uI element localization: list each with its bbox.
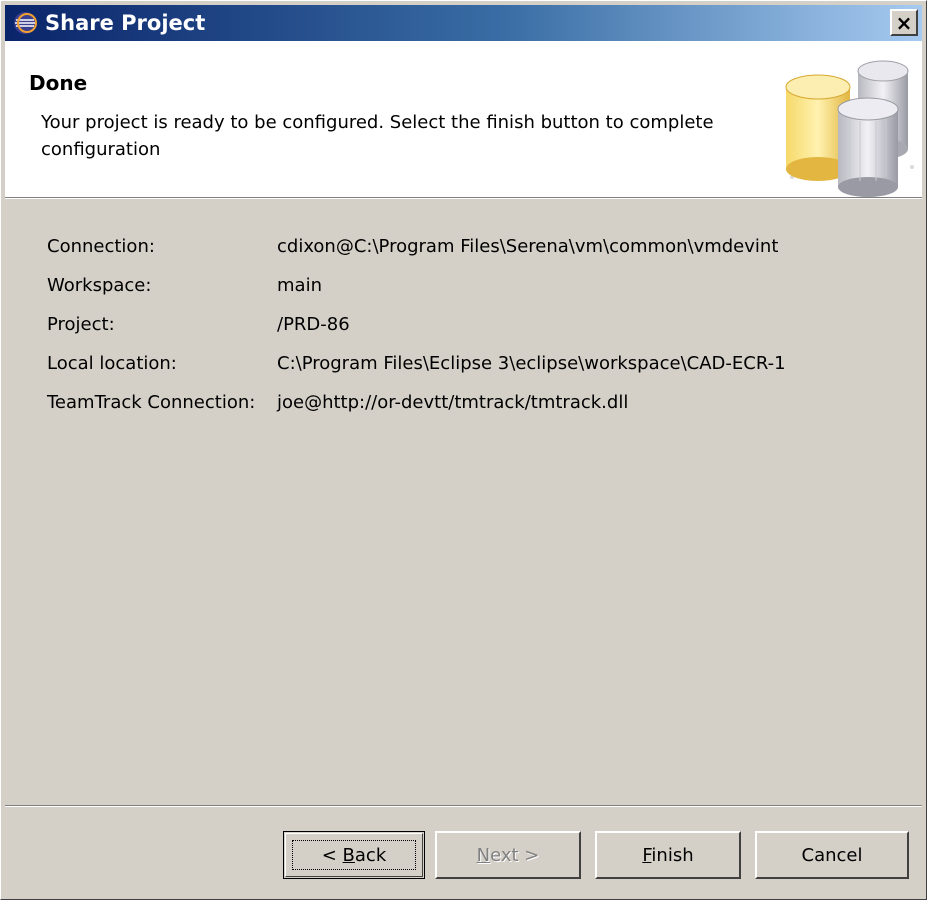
finish-button-label: Finish [642,845,693,866]
close-button[interactable]: × [890,9,918,36]
next-rest: ext > [490,844,540,866]
cancel-button-label: Cancel [801,844,863,866]
next-button-label: Next > [477,845,540,866]
project-row: Project: /PRD-86 [47,305,786,344]
back-button[interactable]: < Back [283,831,425,879]
wizard-header: Done Your project is ready to be configu… [5,41,922,197]
eclipse-icon [9,7,41,39]
connection-label: Connection: [47,236,155,257]
finish-button[interactable]: Finish [595,831,741,879]
workspace-value: main [277,275,322,296]
page-description: Your project is ready to be configured. … [41,112,714,160]
summary-details: Connection: cdixon@C:\Program Files\Sere… [47,227,786,422]
teamtrack-connection-row: TeamTrack Connection: joe@http://or-devt… [47,383,786,422]
back-button-face: < Back [285,833,423,877]
share-project-dialog: Share Project × Done Your project is rea… [0,0,927,900]
local-location-label: Local location: [47,353,177,374]
project-value: /PRD-86 [277,314,350,335]
project-label: Project: [47,314,115,335]
local-location-row: Local location: C:\Program Files\Eclipse… [47,344,786,383]
finish-rest: inish [651,844,694,866]
connection-value: cdixon@C:\Program Files\Serena\vm\common… [277,236,779,257]
database-cylinders-icon [785,60,914,197]
cancel-button[interactable]: Cancel [755,831,909,879]
connection-row: Connection: cdixon@C:\Program Files\Sere… [47,227,786,266]
footer-divider-highlight [5,806,922,807]
header-divider-highlight [5,198,922,199]
local-location-value: C:\Program Files\Eclipse 3\eclipse\works… [277,353,786,374]
focus-ring [292,840,416,870]
page-title: Done [29,71,88,95]
teamtrack-connection-value: joe@http://or-devtt/tmtrack/tmtrack.dll [277,392,629,413]
workspace-label: Workspace: [47,275,152,296]
next-mnemonic: N [476,844,491,866]
teamtrack-connection-label: TeamTrack Connection: [47,392,256,413]
title-bar[interactable]: Share Project × [5,5,922,41]
workspace-row: Workspace: main [47,266,786,305]
window-title: Share Project [45,11,206,35]
close-icon: × [895,10,913,35]
next-button[interactable]: Next > [435,831,581,879]
